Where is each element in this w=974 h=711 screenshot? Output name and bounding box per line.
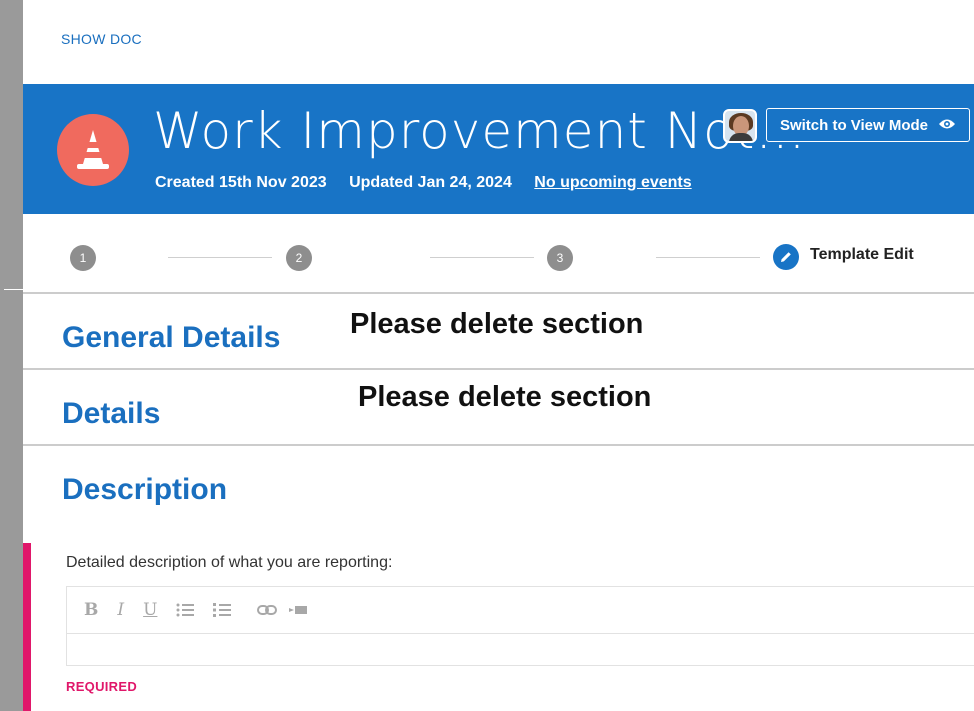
bold-icon[interactable]: B [84, 600, 98, 620]
document-meta: Created 15th Nov 2023 Updated Jan 24, 20… [155, 174, 710, 192]
upcoming-events-link[interactable]: No upcoming events [534, 174, 691, 191]
show-doc-link[interactable]: SHOW DOC [61, 31, 142, 47]
embed-icon[interactable] [289, 604, 308, 616]
section-title: Description [62, 473, 228, 506]
switch-button-label: Switch to View Mode [779, 116, 929, 134]
divider [23, 444, 974, 446]
description-text-area[interactable] [67, 635, 974, 666]
italic-icon[interactable]: I [117, 600, 124, 620]
step-1[interactable]: 1 [70, 245, 96, 271]
updated-date: Updated Jan 24, 2024 [349, 174, 512, 191]
section-title: Details [62, 397, 161, 430]
page-title: Work Improvement Not… [153, 102, 807, 160]
rail-notch [4, 289, 23, 290]
step-connector [656, 257, 760, 258]
step-template-edit-label: Template Edit [810, 246, 914, 263]
delete-section-note: Please delete section [358, 381, 652, 413]
avatar[interactable] [723, 109, 757, 143]
switch-to-view-mode-button[interactable]: Switch to View Mode [766, 108, 970, 142]
pencil-icon[interactable] [773, 244, 799, 270]
divider [23, 368, 974, 370]
document-header: Work Improvement Not… Created 15th Nov 2… [23, 84, 974, 214]
required-indicator-bar [23, 543, 31, 711]
section-description: Description [23, 447, 974, 537]
bullet-list-icon[interactable] [176, 603, 195, 617]
underline-icon[interactable]: U [143, 600, 157, 620]
delete-section-note: Please delete section [350, 308, 644, 340]
progress-stepper: 1 2 3 Template Edit [23, 214, 974, 294]
required-label: REQUIRED [66, 679, 138, 694]
step-2[interactable]: 2 [286, 245, 312, 271]
eye-icon [938, 117, 956, 134]
step-connector [430, 257, 534, 258]
numbered-list-icon[interactable] [213, 603, 232, 617]
description-editor: B I U [66, 586, 974, 666]
left-rail [0, 0, 23, 711]
editor-toolbar: B I U [67, 587, 974, 634]
description-field-label: Detailed description of what you are rep… [66, 554, 393, 571]
step-3[interactable]: 3 [547, 245, 573, 271]
link-icon[interactable] [257, 604, 278, 616]
created-date: Created 15th Nov 2023 [155, 174, 327, 191]
step-connector [168, 257, 272, 258]
traffic-cone-icon [57, 114, 129, 186]
section-title: General Details [62, 321, 281, 354]
